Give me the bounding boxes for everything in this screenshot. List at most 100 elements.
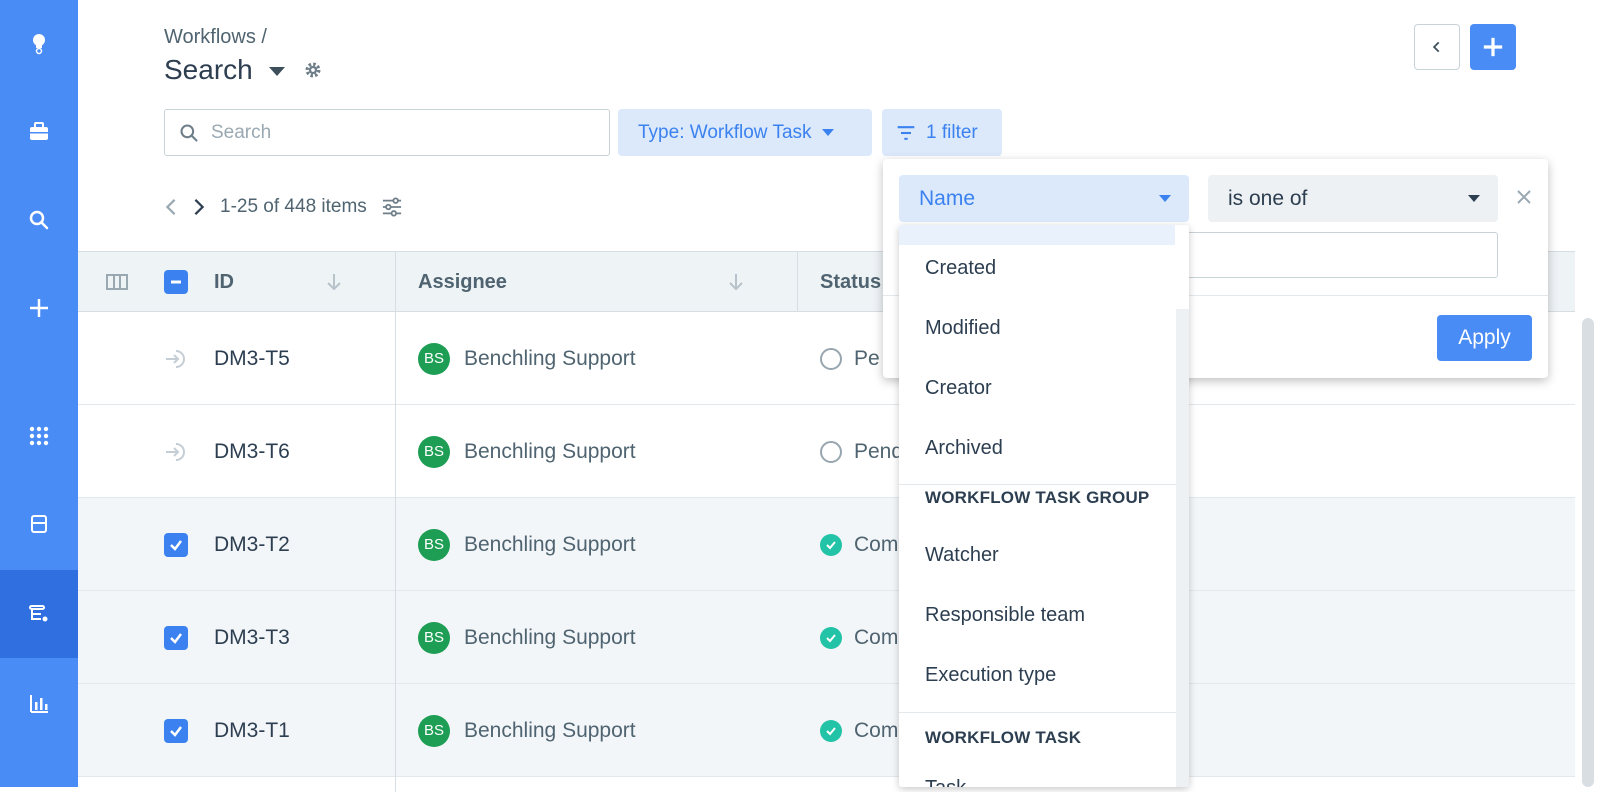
- workflow-icon: [29, 605, 48, 622]
- plus-icon: [1483, 37, 1503, 57]
- column-divider: [395, 312, 396, 792]
- dropdown-scrollbar-thumb[interactable]: [1176, 225, 1189, 309]
- filter-field-value: Name: [919, 186, 976, 210]
- row-status: Com: [820, 498, 898, 591]
- add-button[interactable]: [1470, 24, 1516, 70]
- type-filter-chip[interactable]: Type: Workflow Task: [618, 109, 872, 156]
- sidebar-logo[interactable]: [0, 0, 78, 88]
- dropdown-scrollbar-track[interactable]: [1176, 225, 1189, 787]
- column-assignee[interactable]: Assignee: [418, 252, 507, 312]
- gear-icon[interactable]: [303, 60, 323, 80]
- sidebar-item-create[interactable]: [0, 264, 78, 352]
- column-status[interactable]: Status: [820, 252, 881, 312]
- page-title[interactable]: Search: [164, 54, 323, 86]
- row-assignee[interactable]: BS Benchling Support: [418, 312, 636, 405]
- dropdown-item-responsible-team[interactable]: Responsible team: [925, 604, 1085, 627]
- row-id[interactable]: DM3-T1: [214, 684, 290, 777]
- sidebar-item-workflows[interactable]: [0, 570, 78, 658]
- row-status: Com: [820, 591, 898, 684]
- status-text: Com: [854, 532, 899, 556]
- filter-operator-value: is one of: [1228, 186, 1308, 210]
- status-text: Pend: [854, 439, 904, 463]
- filter-icon: [897, 125, 915, 140]
- pending-status-icon: [820, 440, 842, 463]
- page-scrollbar[interactable]: [1582, 318, 1594, 787]
- sort-assignee-icon[interactable]: [728, 252, 744, 312]
- assignee-name: Benchling Support: [464, 625, 636, 649]
- bar-chart-icon: [30, 695, 48, 713]
- filter-field-select[interactable]: Name: [899, 175, 1189, 222]
- filter-value-input[interactable]: [1183, 232, 1498, 278]
- row-open-icon[interactable]: [164, 405, 188, 498]
- plus-icon: [30, 299, 48, 317]
- dropdown-group-header: WORKFLOW TASK GROUP: [925, 488, 1150, 507]
- dropdown-item-archived[interactable]: Archived: [925, 437, 1003, 460]
- enter-icon: [166, 349, 185, 368]
- sidebar-item-search[interactable]: [0, 176, 78, 264]
- table-row[interactable]: DM3-T2 BS Benchling Support Com: [78, 498, 1575, 591]
- search-box[interactable]: [164, 109, 610, 156]
- close-filter-button[interactable]: [1511, 184, 1537, 210]
- row-checkbox[interactable]: [164, 684, 188, 777]
- column-status-label: Status: [820, 270, 882, 293]
- chevron-right-icon[interactable]: [192, 198, 206, 216]
- check-icon: [170, 632, 182, 644]
- dropdown-item-created[interactable]: Created: [925, 257, 996, 280]
- filter-chip[interactable]: 1 filter: [882, 109, 1002, 156]
- row-assignee[interactable]: BS Benchling Support: [418, 591, 636, 684]
- row-assignee[interactable]: BS Benchling Support: [418, 405, 636, 498]
- row-assignee[interactable]: BS Benchling Support: [418, 684, 636, 777]
- arrow-down-icon: [327, 274, 341, 291]
- sidebar-item-insights[interactable]: [0, 660, 78, 748]
- check-icon: [170, 539, 182, 551]
- filter-operator-select[interactable]: is one of: [1208, 175, 1498, 222]
- dropdown-group-header: WORKFLOW TASK: [925, 728, 1082, 747]
- row-id[interactable]: DM3-T2: [214, 498, 290, 591]
- row-open-icon[interactable]: [164, 312, 188, 405]
- check-icon: [826, 726, 836, 735]
- status-text: Pe: [854, 346, 880, 370]
- table-row[interactable]: DM3-T6 BS Benchling Support Pend: [78, 405, 1575, 498]
- dropdown-item-execution-type[interactable]: Execution type: [925, 664, 1056, 687]
- avatar: BS: [418, 714, 450, 747]
- sidebar-item-inventory[interactable]: [0, 480, 78, 568]
- column-toggle[interactable]: [106, 252, 128, 312]
- back-button[interactable]: [1414, 24, 1460, 70]
- chevron-left-icon[interactable]: [164, 198, 178, 216]
- title-caret-icon[interactable]: [268, 66, 285, 76]
- minus-icon: [171, 280, 181, 284]
- search-icon: [180, 123, 198, 142]
- column-divider[interactable]: [797, 252, 798, 312]
- row-id[interactable]: DM3-T3: [214, 591, 290, 684]
- row-id[interactable]: DM3-T6: [214, 405, 290, 498]
- row-checkbox[interactable]: [164, 591, 188, 684]
- row-status: Pend: [820, 405, 903, 498]
- column-id-label: ID: [214, 270, 234, 293]
- chevron-down-icon: [1159, 195, 1171, 202]
- sort-id-icon[interactable]: [326, 252, 342, 312]
- search-input[interactable]: [211, 121, 591, 144]
- enter-icon: [166, 442, 185, 461]
- table-row[interactable]: DM3-T1 BS Benchling Support Com: [78, 684, 1575, 777]
- dropdown-item-partial[interactable]: Task: [925, 777, 966, 787]
- dropdown-item-watcher[interactable]: Watcher: [925, 544, 999, 567]
- column-divider[interactable]: [395, 252, 396, 312]
- check-icon: [826, 633, 836, 642]
- apply-button[interactable]: Apply: [1437, 315, 1532, 361]
- column-id[interactable]: ID: [214, 252, 234, 312]
- sidebar-item-apps[interactable]: [0, 392, 78, 480]
- filter-chip-label: 1 filter: [926, 121, 978, 143]
- sidebar-item-projects[interactable]: [0, 88, 78, 176]
- sidebar: [0, 0, 78, 787]
- column-settings-icon[interactable]: [381, 197, 403, 217]
- dropdown-item-creator[interactable]: Creator: [925, 377, 992, 400]
- row-assignee[interactable]: BS Benchling Support: [418, 498, 636, 591]
- dropdown-item-modified[interactable]: Modified: [925, 317, 1001, 340]
- breadcrumb[interactable]: Workflows /: [164, 26, 267, 49]
- row-checkbox[interactable]: [164, 498, 188, 591]
- table-row[interactable]: DM3-T3 BS Benchling Support Com: [78, 591, 1575, 684]
- avatar: BS: [418, 435, 450, 468]
- select-all-checkbox[interactable]: [164, 252, 188, 312]
- row-id[interactable]: DM3-T5: [214, 312, 290, 405]
- close-icon: [1517, 190, 1531, 204]
